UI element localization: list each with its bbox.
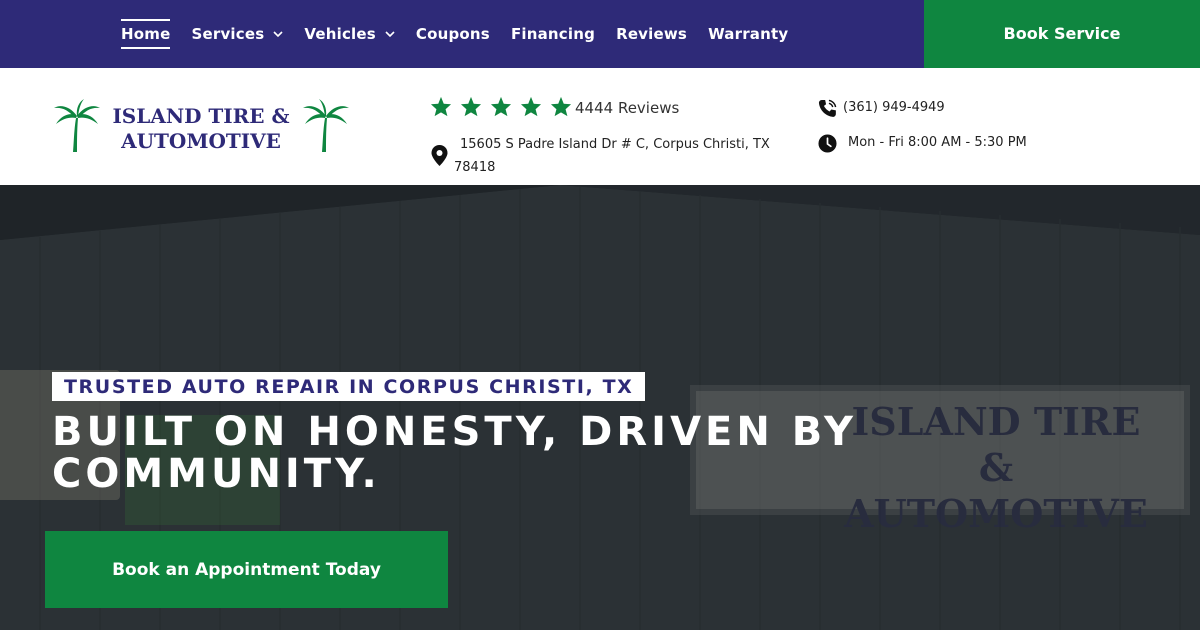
clock-icon xyxy=(818,134,837,153)
nav-item-coupons[interactable]: Coupons xyxy=(416,19,490,49)
nav-item-label: Warranty xyxy=(708,25,789,43)
site-header: ISLAND TIRE & AUTOMOTIVE 4444 Reviews 15… xyxy=(0,68,1200,185)
address-link[interactable]: 15605 S Padre Island Dr # C, Corpus Chri… xyxy=(454,133,784,179)
nav-item-vehicles[interactable]: Vehicles xyxy=(304,19,395,49)
chevron-down-icon xyxy=(273,31,283,38)
palm-tree-icon xyxy=(303,99,349,152)
nav-item-label: Vehicles xyxy=(304,25,376,43)
logo-line-1: ISLAND TIRE & xyxy=(112,104,290,128)
hero-eyebrow: TRUSTED AUTO REPAIR IN CORPUS CHRISTI, T… xyxy=(52,372,646,401)
nav-item-warranty[interactable]: Warranty xyxy=(708,19,788,49)
top-nav-bar: Home Services Vehicles Coupons Financing… xyxy=(0,0,1200,68)
nav-item-label: Coupons xyxy=(415,25,490,43)
nav-item-label: Services xyxy=(191,25,265,43)
site-logo[interactable]: ISLAND TIRE & AUTOMOTIVE xyxy=(52,98,352,158)
book-appointment-button[interactable]: Book an Appointment Today xyxy=(45,531,448,608)
star-icon xyxy=(550,96,572,117)
nav-item-home[interactable]: Home xyxy=(121,19,171,49)
phone-icon xyxy=(818,99,837,117)
business-hours: Mon - Fri 8:00 AM - 5:30 PM xyxy=(848,135,1027,150)
hero-section: ISLAND TIRE & AUTOMOTIVE TRUSTED AUTO RE… xyxy=(0,185,1200,630)
rating-stars[interactable] xyxy=(430,96,580,117)
nav-item-label: Home xyxy=(121,25,171,43)
book-service-button[interactable]: Book Service xyxy=(924,0,1200,68)
reviews-count-link[interactable]: 4444 Reviews xyxy=(575,99,679,117)
palm-tree-icon xyxy=(54,99,100,152)
hero-headline: BUILT ON HONESTY, DRIVEN BY COMMUNITY. xyxy=(52,409,858,497)
map-pin-icon xyxy=(431,145,448,166)
star-icon xyxy=(490,96,512,117)
logo-line-2: AUTOMOTIVE xyxy=(121,129,281,153)
nav-item-financing[interactable]: Financing xyxy=(511,19,595,49)
star-icon xyxy=(520,96,542,117)
logo-wordmark: ISLAND TIRE & AUTOMOTIVE xyxy=(112,104,290,154)
main-nav: Home Services Vehicles Coupons Financing… xyxy=(121,0,809,68)
nav-item-label: Financing xyxy=(510,25,596,43)
star-icon xyxy=(460,96,482,117)
nav-item-label: Reviews xyxy=(616,25,688,43)
nav-item-reviews[interactable]: Reviews xyxy=(616,19,687,49)
phone-link[interactable]: (361) 949-4949 xyxy=(843,100,945,115)
chevron-down-icon xyxy=(385,31,395,38)
nav-item-services[interactable]: Services xyxy=(191,19,283,49)
star-icon xyxy=(430,96,452,117)
